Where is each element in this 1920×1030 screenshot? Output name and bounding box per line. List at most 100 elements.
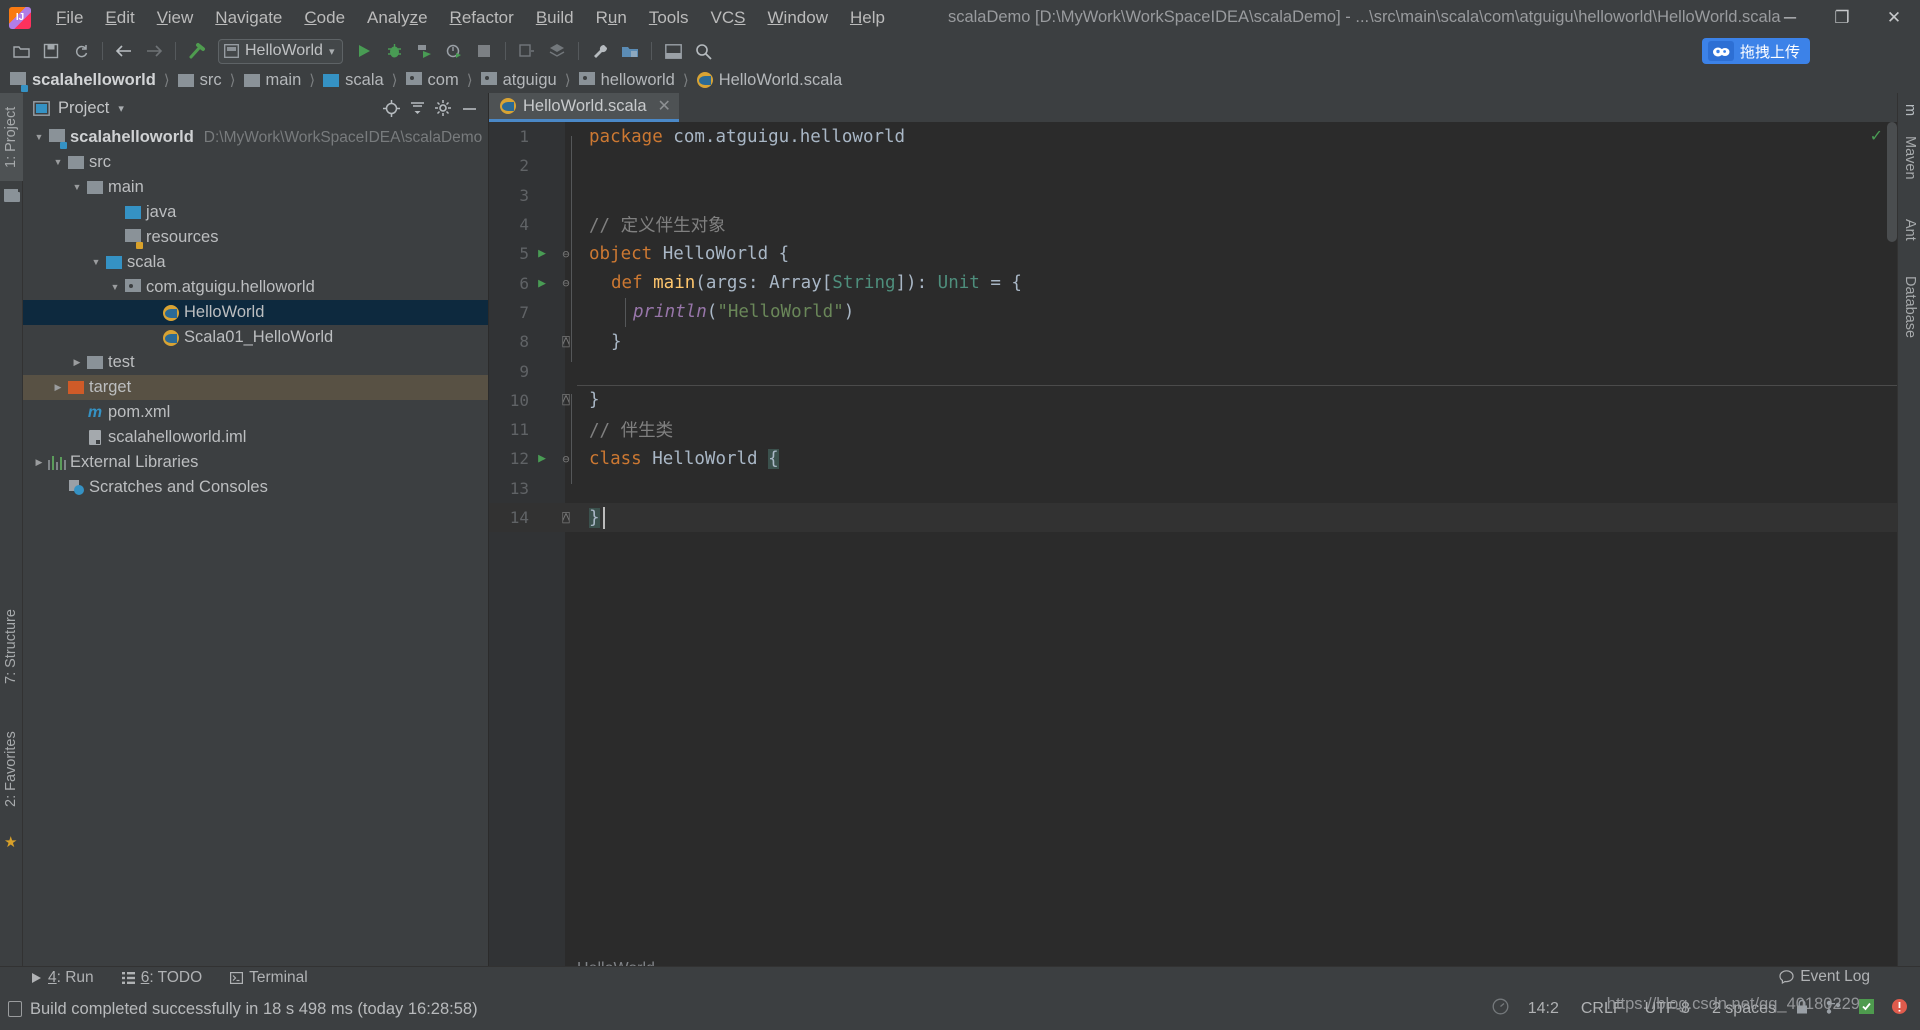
- run-gutter-icon[interactable]: ▶: [535, 451, 549, 466]
- menu-navigate[interactable]: Navigate: [204, 5, 293, 31]
- fold-end-icon[interactable]: ⍓: [559, 511, 573, 525]
- code-line-11[interactable]: 11 // 伴生类: [489, 415, 1897, 444]
- chevron-down-icon[interactable]: ▾: [118, 102, 124, 115]
- tree-row-scala[interactable]: ▼ scala: [23, 250, 488, 275]
- code-line-5[interactable]: 5 ▶ ⊖ object HelloWorld {: [489, 239, 1897, 268]
- settings-wrench-icon[interactable]: [585, 38, 615, 64]
- tree-row-pom-xml[interactable]: m pom.xml: [23, 400, 488, 425]
- fold-end-icon[interactable]: ⍓: [559, 393, 573, 407]
- code-line-4[interactable]: 4 // 定义伴生对象: [489, 210, 1897, 239]
- tree-row-helloworld[interactable]: HelloWorld: [23, 300, 488, 325]
- breadcrumb-item-helloworld[interactable]: helloworld: [578, 70, 675, 90]
- fold-toggle-icon[interactable]: ⊖: [559, 276, 573, 290]
- tree-row-src[interactable]: ▼ src: [23, 150, 488, 175]
- menu-tools[interactable]: Tools: [638, 5, 700, 31]
- lock-icon[interactable]: [1787, 999, 1817, 1020]
- package-icon[interactable]: [542, 38, 572, 64]
- tree-row-java[interactable]: java: [23, 200, 488, 225]
- tree-row-scalahelloworld[interactable]: ▼ scalahelloworld D:\MyWork\WorkSpaceIDE…: [23, 125, 488, 150]
- sidebar-tab-database[interactable]: Database: [1898, 261, 1920, 353]
- save-all-icon[interactable]: [36, 38, 66, 64]
- menu-view[interactable]: View: [146, 5, 205, 31]
- file-encoding[interactable]: UTF-8: [1634, 1000, 1701, 1018]
- chevron-down-icon[interactable]: ▾: [329, 45, 335, 58]
- breadcrumb-item-src[interactable]: src: [177, 71, 222, 90]
- breadcrumb-item-scalahelloworld[interactable]: scalahelloworld: [10, 70, 156, 92]
- run-coverage-icon[interactable]: [409, 38, 439, 64]
- run-gutter-icon[interactable]: ▶: [535, 246, 549, 261]
- run-configuration-selector[interactable]: HelloWorld ▾: [218, 38, 344, 64]
- expand-arrow-icon[interactable]: ▼: [50, 158, 66, 167]
- tree-row-com-atguigu-helloworld[interactable]: ▼ com.atguigu.helloworld: [23, 275, 488, 300]
- code-line-8[interactable]: 8 ⍓ }: [489, 327, 1897, 356]
- profile-icon[interactable]: [439, 38, 469, 64]
- code-line-14[interactable]: 14 ⍓ }: [489, 502, 1897, 533]
- maximize-button[interactable]: ❐: [1816, 0, 1868, 35]
- fold-end-icon[interactable]: ⍓: [559, 335, 573, 349]
- inspection-widget-icon[interactable]: [1850, 998, 1883, 1020]
- close-icon[interactable]: ✕: [658, 96, 671, 116]
- tool-window-run[interactable]: 4: Run: [30, 969, 94, 987]
- sidebar-tab-project[interactable]: 1: Project: [0, 93, 23, 181]
- breadcrumb-item-scala[interactable]: scala: [323, 71, 384, 90]
- stop-icon[interactable]: [469, 38, 499, 64]
- editor-tab-helloworld-scala[interactable]: HelloWorld.scala ✕: [489, 93, 679, 122]
- expand-arrow-icon[interactable]: ▼: [69, 183, 85, 192]
- sidebar-tab-maven[interactable]: Maven: [1898, 121, 1920, 195]
- git-branch-icon[interactable]: [1817, 999, 1850, 1020]
- tree-row-test[interactable]: ▶ test: [23, 350, 488, 375]
- tree-row-main[interactable]: ▼ main: [23, 175, 488, 200]
- star-icon[interactable]: ★: [4, 835, 19, 850]
- menu-build[interactable]: Build: [525, 5, 585, 31]
- build-status-icon[interactable]: [8, 1001, 22, 1017]
- code-line-2[interactable]: 2: [489, 151, 1897, 180]
- tool-window-terminal[interactable]: Terminal: [230, 969, 308, 987]
- expand-arrow-icon[interactable]: ▼: [88, 258, 104, 267]
- code-line-12[interactable]: 12 ▶ ⊖ class HelloWorld {: [489, 444, 1897, 473]
- menu-window[interactable]: Window: [757, 5, 839, 31]
- tree-row-scala01-helloworld[interactable]: Scala01_HelloWorld: [23, 325, 488, 350]
- menu-file[interactable]: File: [45, 5, 94, 31]
- sidebar-tab-favorites[interactable]: 2: Favorites: [0, 718, 23, 820]
- menu-analyze[interactable]: Analyze: [356, 5, 439, 31]
- menu-run[interactable]: Run: [585, 5, 638, 31]
- project-tree[interactable]: ▼ scalahelloworld D:\MyWork\WorkSpaceIDE…: [23, 123, 488, 988]
- hide-panel-icon[interactable]: [456, 96, 482, 120]
- tree-row-target[interactable]: ▶ target: [23, 375, 488, 400]
- build-hammer-icon[interactable]: [182, 38, 212, 64]
- tree-row-external-libraries[interactable]: ▶ External Libraries: [23, 450, 488, 475]
- tree-row-iml[interactable]: scalahelloworld.iml: [23, 425, 488, 450]
- upload-button[interactable]: 拖拽上传: [1701, 38, 1810, 64]
- breadcrumb-item-helloworld-scala[interactable]: HelloWorld.scala: [696, 71, 842, 90]
- sync-icon[interactable]: [66, 38, 96, 64]
- expand-arrow-icon[interactable]: ▼: [107, 283, 123, 292]
- folder-icon[interactable]: [4, 189, 20, 204]
- menu-vcs[interactable]: VCS: [700, 5, 757, 31]
- search-everywhere-icon[interactable]: [688, 38, 718, 64]
- breadcrumb-item-atguigu[interactable]: atguigu: [480, 70, 557, 90]
- code-line-9[interactable]: 9: [489, 356, 1897, 385]
- close-button[interactable]: ✕: [1868, 0, 1920, 35]
- tree-row-scratches-and-consoles[interactable]: Scratches and Consoles: [23, 475, 488, 500]
- collapse-all-icon[interactable]: [404, 96, 430, 120]
- event-log-button[interactable]: Event Log: [1779, 966, 1870, 988]
- line-separator[interactable]: CRLF: [1570, 1000, 1634, 1018]
- notification-error-icon[interactable]: [1883, 998, 1920, 1020]
- project-structure-icon[interactable]: [615, 38, 645, 64]
- toggle-panel-icon[interactable]: [658, 38, 688, 64]
- code-line-3[interactable]: 3: [489, 181, 1897, 210]
- menu-code[interactable]: Code: [293, 5, 356, 31]
- code-line-10[interactable]: 10 ⍓ }: [489, 386, 1897, 415]
- indent-setting[interactable]: 2 spaces: [1701, 1000, 1787, 1018]
- memory-indicator-icon[interactable]: [1484, 998, 1517, 1020]
- code-editor[interactable]: 1 package com.atguigu.helloworld 2 3 4 /…: [489, 122, 1897, 988]
- collapse-arrow-icon[interactable]: ▶: [50, 383, 66, 392]
- code-line-1[interactable]: 1 package com.atguigu.helloworld: [489, 122, 1897, 151]
- collapse-arrow-icon[interactable]: ▶: [31, 458, 47, 467]
- code-line-6[interactable]: 6 ▶ ⊖ def main(args: Array[String]): Uni…: [489, 268, 1897, 297]
- fold-toggle-icon[interactable]: ⊖: [559, 452, 573, 466]
- menu-edit[interactable]: Edit: [94, 5, 145, 31]
- attach-icon[interactable]: [512, 38, 542, 64]
- run-gutter-icon[interactable]: ▶: [535, 276, 549, 291]
- code-line-7[interactable]: 7 println("HelloWorld"): [489, 297, 1897, 328]
